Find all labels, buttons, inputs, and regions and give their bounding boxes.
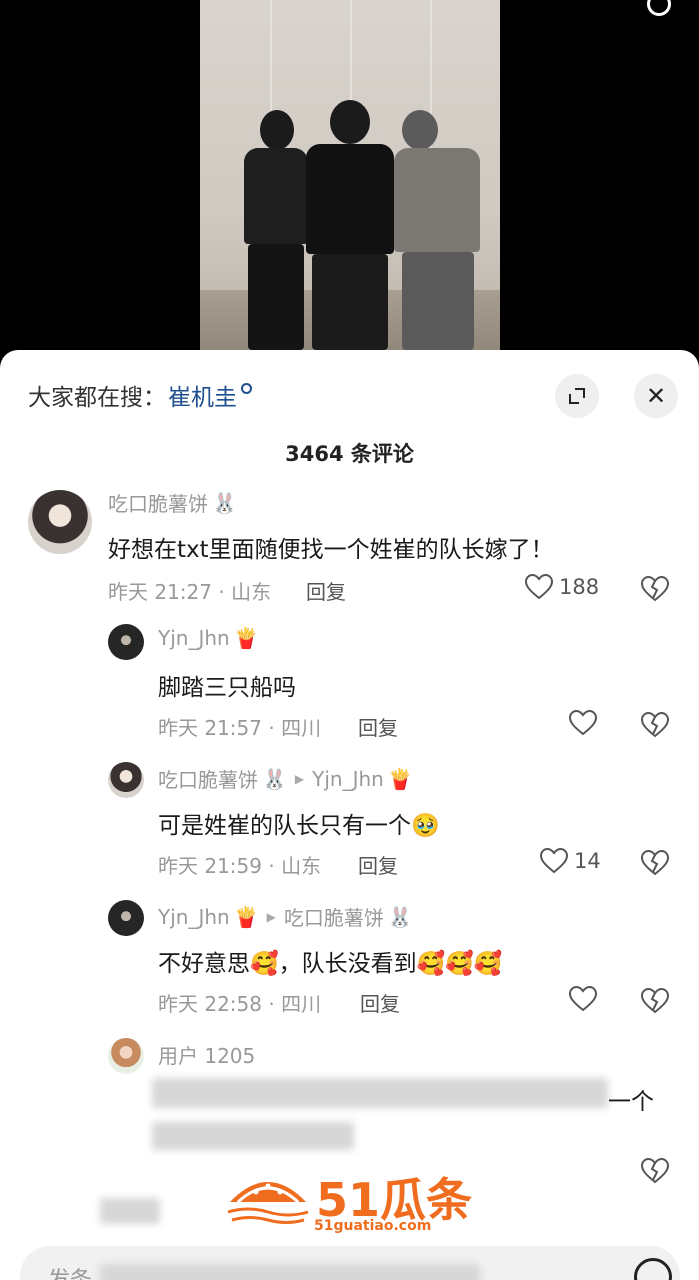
comment-username[interactable]: 吃口脆薯饼 🐰 (108, 488, 237, 517)
comment-username[interactable]: 用户 1205 (158, 1040, 255, 1069)
dislike-button[interactable] (641, 576, 669, 602)
search-icon (241, 382, 252, 394)
broken-heart-icon (641, 576, 669, 602)
comment-username[interactable]: Yjn_Jhn 🍟 ▶ 吃口脆薯饼 🐰 (158, 902, 413, 931)
heart-icon (569, 986, 597, 1012)
reply-to-username[interactable]: Yjn_Jhn (312, 767, 384, 791)
video-frame (200, 0, 500, 360)
reply-button[interactable]: 回复 (358, 712, 398, 741)
user-badge: 🐰 (212, 490, 237, 515)
expand-button[interactable] (555, 374, 599, 418)
avatar[interactable] (108, 624, 144, 660)
comment-text: 可是姓崔的队长只有一个🥹 (158, 813, 440, 839)
reply-arrow-icon: ▶ (294, 771, 305, 786)
username-text: Yjn_Jhn (158, 626, 230, 650)
avatar[interactable] (108, 1038, 144, 1074)
video-player[interactable] (0, 0, 699, 360)
comment-text-tail: 一个 (608, 1089, 654, 1115)
comment-meta: 昨天 22:58 · 四川 (158, 992, 322, 1016)
dislike-button[interactable] (641, 988, 669, 1014)
comment-sheet: 大家都在搜： 崔机圭 ✕ 3464 条评论 吃口脆薯饼 🐰 好想在txt里面随便… (0, 350, 699, 1280)
comment-username[interactable]: Yjn_Jhn 🍟 (158, 626, 259, 650)
user-badge: 🍟 (233, 626, 259, 650)
comment-input-placeholder: 发条 (48, 1262, 92, 1280)
avatar[interactable] (28, 490, 92, 554)
emoji-icon[interactable] (634, 1258, 672, 1280)
expand-icon (569, 388, 585, 404)
watermelon-logo-icon (227, 1182, 309, 1224)
dislike-button[interactable] (641, 712, 669, 738)
reply-to-username[interactable]: 吃口脆薯饼 (284, 902, 384, 931)
comment-meta: 昨天 21:27 · 山东 (108, 580, 272, 604)
blurred-text (152, 1122, 354, 1150)
username-text: Yjn_Jhn (158, 904, 230, 929)
like-button[interactable] (569, 986, 597, 1012)
trending-search-keyword[interactable]: 崔机圭 (168, 378, 237, 412)
comment-text: 不好意思🥰，队长没看到🥰🥰🥰 (158, 951, 503, 977)
trending-search[interactable]: 大家都在搜： 崔机圭 (28, 378, 252, 412)
like-button[interactable]: 14 (540, 848, 601, 874)
broken-heart-icon (641, 988, 669, 1014)
close-icon: ✕ (645, 382, 667, 410)
avatar[interactable] (108, 900, 144, 936)
blurred-text (100, 1198, 160, 1224)
broken-heart-icon (641, 712, 669, 738)
comment-text: 脚踏三只船吗 (158, 675, 296, 701)
blurred-text (152, 1078, 608, 1108)
watermark-site: 51guatiao.com (314, 1218, 432, 1234)
dancer-center (300, 100, 400, 350)
comment-meta: 昨天 21:57 · 四川 (158, 716, 322, 740)
heart-icon (525, 574, 553, 600)
comment-count: 3464 条评论 (285, 442, 414, 466)
username-text: 吃口脆薯饼 (108, 492, 208, 516)
blurred-text (100, 1264, 480, 1280)
user-badge: 🍟 (233, 904, 259, 929)
username-text: 用户 1205 (158, 1044, 256, 1068)
close-button[interactable]: ✕ (634, 374, 678, 418)
watermark: 51瓜条 51guatiao.com (226, 1162, 476, 1240)
comment-input[interactable]: 发条 (20, 1246, 680, 1280)
avatar[interactable] (108, 762, 144, 798)
like-button[interactable]: 188 (525, 574, 599, 600)
reply-arrow-icon: ▶ (266, 909, 276, 924)
like-button[interactable] (569, 710, 597, 736)
trending-search-label: 大家都在搜： (28, 385, 166, 411)
user-badge: 🐰 (262, 766, 287, 791)
dancer-right (390, 100, 486, 350)
user-badge: 🍟 (387, 766, 413, 791)
reply-button[interactable]: 回复 (306, 576, 346, 605)
like-count: 14 (574, 849, 601, 873)
comment-text: 好想在txt里面随便找一个姓崔的队长嫁了！ (108, 537, 554, 563)
heart-icon (569, 710, 597, 736)
dislike-button[interactable] (641, 1158, 669, 1184)
username-text: 吃口脆薯饼 (158, 768, 258, 792)
heart-icon (540, 848, 568, 874)
broken-heart-icon (641, 850, 669, 876)
search-icon[interactable] (647, 0, 671, 16)
dislike-button[interactable] (641, 850, 669, 876)
user-badge: 🐰 (387, 904, 413, 929)
comment-meta: 昨天 21:59 · 山东 (158, 854, 322, 878)
reply-button[interactable]: 回复 (360, 988, 400, 1017)
comment-username[interactable]: 吃口脆薯饼 🐰 ▶ Yjn_Jhn 🍟 (158, 764, 413, 793)
reply-button[interactable]: 回复 (358, 850, 398, 879)
like-count: 188 (559, 575, 600, 599)
broken-heart-icon (641, 1158, 669, 1184)
